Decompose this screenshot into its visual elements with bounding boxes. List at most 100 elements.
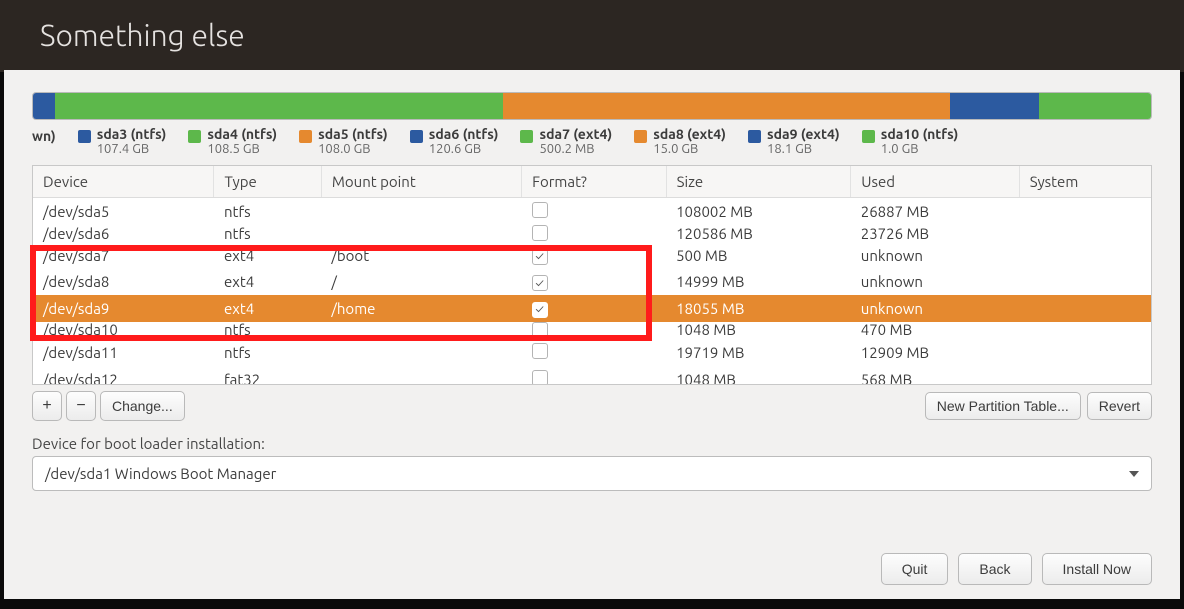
legend-size: 108.0 GB xyxy=(318,142,388,157)
cell-mount xyxy=(321,339,521,366)
legend-name: sda7 (ext4) xyxy=(539,126,612,142)
cell-type: ntfs xyxy=(214,322,321,339)
table-row[interactable]: /dev/sda8ext4/ 14999 MBunknown xyxy=(33,269,1151,296)
color-swatch-icon xyxy=(634,130,647,143)
cell-system xyxy=(1019,269,1151,296)
legend-name: sda8 (ext4) xyxy=(653,126,726,142)
header: Something else xyxy=(0,0,1184,72)
col-type[interactable]: Type xyxy=(214,166,321,198)
format-checkbox[interactable] xyxy=(532,225,548,241)
legend-name: sda6 (ntfs) xyxy=(429,126,499,142)
table-row[interactable]: /dev/sda11ntfs19719 MB12909 MB xyxy=(33,339,1151,366)
table-row[interactable]: /dev/sda10ntfs1048 MB470 MB xyxy=(33,322,1151,339)
cell-size: 14999 MB xyxy=(666,269,851,296)
table-row[interactable]: /dev/sda5ntfs108002 MB26887 MB xyxy=(33,198,1151,226)
cell-type: ntfs xyxy=(214,198,321,226)
format-checkbox[interactable] xyxy=(532,370,548,386)
cell-device: /dev/sda11 xyxy=(33,339,214,366)
cell-format xyxy=(522,225,666,242)
col-device[interactable]: Device xyxy=(33,166,214,198)
col-system[interactable]: System xyxy=(1019,166,1151,198)
legend-name: sda10 (ntfs) xyxy=(881,126,959,142)
table-row[interactable]: /dev/sda6ntfs120586 MB23726 MB xyxy=(33,225,1151,242)
legend-size: 18.1 GB xyxy=(767,142,840,157)
usage-segment xyxy=(1039,93,1151,119)
legend-prefix: wn) xyxy=(32,126,56,144)
usage-segment xyxy=(55,93,502,119)
cell-format xyxy=(522,295,666,322)
color-swatch-icon xyxy=(188,130,201,143)
legend-item: sda4 (ntfs)108.5 GB xyxy=(188,126,277,157)
cell-used: 568 MB xyxy=(851,366,1020,386)
color-swatch-icon xyxy=(520,130,533,143)
usage-segment xyxy=(33,93,55,119)
table-row[interactable]: /dev/sda9ext4/home18055 MBunknown xyxy=(33,295,1151,322)
format-checkbox[interactable] xyxy=(532,302,548,318)
cell-device: /dev/sda7 xyxy=(33,242,214,269)
cell-device: /dev/sda6 xyxy=(33,225,214,242)
install-now-button[interactable]: Install Now xyxy=(1042,553,1152,585)
format-checkbox[interactable] xyxy=(532,202,548,218)
cell-size: 500 MB xyxy=(666,242,851,269)
main-panel: wn) sda3 (ntfs)107.4 GB sda4 (ntfs)108.5 … xyxy=(4,70,1180,599)
legend-item: sda5 (ntfs)108.0 GB xyxy=(299,126,388,157)
add-partition-button[interactable]: + xyxy=(32,391,62,421)
quit-button[interactable]: Quit xyxy=(881,553,949,585)
legend-size: 120.6 GB xyxy=(429,142,499,157)
cell-used: unknown xyxy=(851,242,1020,269)
cell-used: 12909 MB xyxy=(851,339,1020,366)
change-partition-button[interactable]: Change... xyxy=(100,391,185,421)
cell-mount: /home xyxy=(321,295,521,322)
remove-partition-button[interactable]: − xyxy=(66,391,96,421)
cell-mount xyxy=(321,198,521,226)
col-mount[interactable]: Mount point xyxy=(321,166,521,198)
revert-button[interactable]: Revert xyxy=(1087,392,1152,420)
cell-format xyxy=(522,198,666,226)
col-size[interactable]: Size xyxy=(666,166,851,198)
cell-format xyxy=(522,322,666,339)
cell-system xyxy=(1019,242,1151,269)
cell-format xyxy=(522,366,666,386)
legend-item: sda3 (ntfs)107.4 GB xyxy=(78,126,167,157)
cell-type: ext4 xyxy=(214,269,321,296)
table-row[interactable]: /dev/sda12fat321048 MB568 MB xyxy=(33,366,1151,386)
cell-mount xyxy=(321,366,521,386)
cell-type: ext4 xyxy=(214,295,321,322)
cell-mount: / xyxy=(321,269,521,296)
footer-buttons: Quit Back Install Now xyxy=(881,553,1152,585)
cell-device: /dev/sda10 xyxy=(33,322,214,339)
format-checkbox[interactable] xyxy=(532,275,548,291)
cell-type: ext4 xyxy=(214,242,321,269)
cell-used: unknown xyxy=(851,269,1020,296)
back-button[interactable]: Back xyxy=(958,553,1031,585)
cell-size: 19719 MB xyxy=(666,339,851,366)
legend-size: 107.4 GB xyxy=(97,142,167,157)
col-format[interactable]: Format? xyxy=(522,166,666,198)
color-swatch-icon xyxy=(748,130,761,143)
format-checkbox[interactable] xyxy=(532,249,548,265)
cell-system xyxy=(1019,225,1151,242)
col-used[interactable]: Used xyxy=(851,166,1020,198)
format-checkbox[interactable] xyxy=(532,322,548,338)
new-partition-table-button[interactable]: New Partition Table... xyxy=(925,392,1081,420)
legend-size: 1.0 GB xyxy=(881,142,959,157)
cell-device: /dev/sda5 xyxy=(33,198,214,226)
cell-mount xyxy=(321,225,521,242)
bootloader-select[interactable]: /dev/sda1 Windows Boot Manager xyxy=(32,456,1152,491)
legend-name: sda9 (ext4) xyxy=(767,126,840,142)
cell-mount: /boot xyxy=(321,242,521,269)
cell-device: /dev/sda12 xyxy=(33,366,214,386)
legend-item: sda9 (ext4)18.1 GB xyxy=(748,126,840,157)
cell-type: fat32 xyxy=(214,366,321,386)
color-swatch-icon xyxy=(410,130,423,143)
legend-size: 15.0 GB xyxy=(653,142,726,157)
partition-legend: wn) sda3 (ntfs)107.4 GB sda4 (ntfs)108.5 … xyxy=(32,126,1152,157)
cell-size: 1048 MB xyxy=(666,322,851,339)
cell-size: 108002 MB xyxy=(666,198,851,226)
cell-device: /dev/sda8 xyxy=(33,269,214,296)
cell-system xyxy=(1019,339,1151,366)
legend-item: sda8 (ext4)15.0 GB xyxy=(634,126,726,157)
format-checkbox[interactable] xyxy=(532,343,548,359)
table-row[interactable]: /dev/sda7ext4/boot 500 MBunknown xyxy=(33,242,1151,269)
cell-type: ntfs xyxy=(214,225,321,242)
